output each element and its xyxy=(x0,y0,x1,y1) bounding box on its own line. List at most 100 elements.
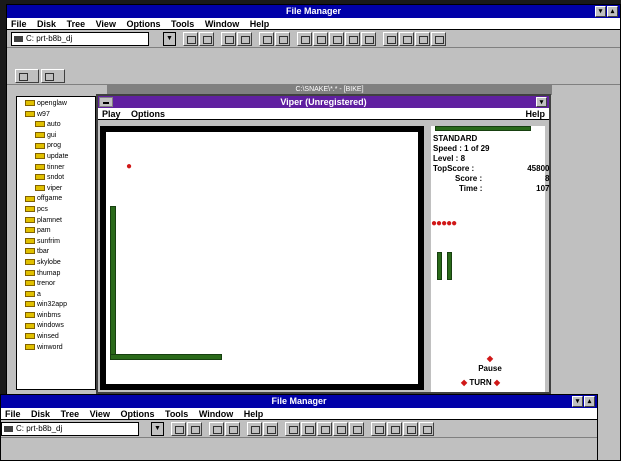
front-toolbar-button-11[interactable] xyxy=(349,422,364,436)
front-toolbar-button-2[interactable] xyxy=(187,422,202,436)
tree-item[interactable]: tbar xyxy=(19,247,95,258)
toolbar-button-11[interactable] xyxy=(361,32,376,46)
front-menu-file[interactable]: File xyxy=(5,409,21,419)
pause-indicator[interactable]: ◆ Pause xyxy=(475,354,505,374)
toolbar-button-5[interactable] xyxy=(259,32,274,46)
play-field[interactable]: ● xyxy=(100,126,424,390)
toolbar-button-12[interactable] xyxy=(383,32,398,46)
toolbar-button-8[interactable] xyxy=(313,32,328,46)
front-menu-view[interactable]: View xyxy=(90,409,110,419)
toolbar-button-14[interactable] xyxy=(415,32,430,46)
tree-item[interactable]: prog xyxy=(19,141,95,152)
toolbar-button-6[interactable] xyxy=(275,32,290,46)
viper-title-bar[interactable]: Viper (Unregistered) ▾ xyxy=(98,96,549,108)
tree-item[interactable]: winword xyxy=(19,343,95,354)
tree-item[interactable]: trenor xyxy=(19,279,95,290)
tree-item[interactable]: offgame xyxy=(19,194,95,205)
tree-item[interactable]: openglaw xyxy=(19,99,95,110)
turn-indicator[interactable]: ◆ TURN ◆ xyxy=(461,378,500,388)
tree-item[interactable]: w97 xyxy=(19,110,95,121)
maximize-icon[interactable]: ▴ xyxy=(607,6,618,17)
folder-icon xyxy=(25,195,35,202)
tree-item[interactable]: sndot xyxy=(19,173,95,184)
front-minimize-icon[interactable]: ▾ xyxy=(572,396,583,407)
toolbar-button-3[interactable] xyxy=(221,32,236,46)
mode-label: STANDARD xyxy=(433,134,478,143)
front-toolbar-button-6[interactable] xyxy=(263,422,278,436)
toolbar-button-13[interactable] xyxy=(399,32,414,46)
front-toolbar-button-15[interactable] xyxy=(419,422,434,436)
tree-item[interactable]: win32app xyxy=(19,300,95,311)
front-toolbar-button-5[interactable] xyxy=(247,422,262,436)
tree-item[interactable]: gui xyxy=(19,131,95,142)
front-toolbar-button-4[interactable] xyxy=(225,422,240,436)
front-drive-dropdown-icon[interactable]: ▼ xyxy=(151,422,164,436)
folder-icon xyxy=(25,290,35,297)
drive-selector[interactable]: C: prt-b8b_dj xyxy=(11,32,149,46)
viper-menu-help[interactable]: Help xyxy=(525,108,545,119)
minimize-icon[interactable]: ▾ xyxy=(595,6,606,17)
folder-icon xyxy=(25,280,35,287)
front-drive-selector[interactable]: C: prt-b8b_dj xyxy=(1,422,139,436)
menu-view[interactable]: View xyxy=(96,19,116,29)
menu-window[interactable]: Window xyxy=(205,19,239,29)
tree-item[interactable]: skylobe xyxy=(19,258,95,269)
title-bar[interactable]: File Manager ▾ ▴ xyxy=(7,5,620,18)
tree-item[interactable]: pam xyxy=(19,226,95,237)
front-toolbar-button-8[interactable] xyxy=(301,422,316,436)
front-menu-disk[interactable]: Disk xyxy=(31,409,50,419)
folder-icon xyxy=(35,121,45,128)
toolbar-button-9[interactable] xyxy=(329,32,344,46)
front-toolbar-button-13[interactable] xyxy=(387,422,402,436)
toolbar-button-2[interactable] xyxy=(199,32,214,46)
front-menu-options[interactable]: Options xyxy=(120,409,154,419)
drive-button-c[interactable] xyxy=(41,69,65,83)
front-toolbar-button-10[interactable] xyxy=(333,422,348,436)
front-toolbar-button-3[interactable] xyxy=(209,422,224,436)
snake-tail-icon-1 xyxy=(437,252,442,280)
tree-item[interactable]: winsed xyxy=(19,332,95,343)
front-toolbar-button-14[interactable] xyxy=(403,422,418,436)
front-menu-help[interactable]: Help xyxy=(244,409,264,419)
drive-dropdown-icon[interactable]: ▼ xyxy=(163,32,176,46)
viper-minimize-icon[interactable]: ▾ xyxy=(536,97,547,107)
viper-system-menu-icon[interactable] xyxy=(99,97,113,107)
stats-panel: STANDARD Speed : 1 of 29 Level : 8 TopSc… xyxy=(431,126,549,392)
toolbar-button-4[interactable] xyxy=(237,32,252,46)
front-maximize-icon[interactable]: ▴ xyxy=(584,396,595,407)
toolbar-button-10[interactable] xyxy=(345,32,360,46)
toolbar-button-15[interactable] xyxy=(431,32,446,46)
tree-item[interactable]: windows xyxy=(19,321,95,332)
toolbar-button-7[interactable] xyxy=(297,32,312,46)
tree-item-label: offgame xyxy=(37,195,63,203)
tree-item[interactable]: plamnet xyxy=(19,216,95,227)
menu-tree[interactable]: Tree xyxy=(67,19,86,29)
menu-file[interactable]: File xyxy=(11,19,27,29)
front-title-bar[interactable]: File Manager ▾ ▴ xyxy=(1,395,597,408)
tree-item[interactable]: viper xyxy=(19,184,95,195)
tree-item[interactable]: a xyxy=(19,290,95,301)
front-toolbar-button-9[interactable] xyxy=(317,422,332,436)
tree-item[interactable]: thumap xyxy=(19,269,95,280)
tree-item[interactable]: sunfrim xyxy=(19,237,95,248)
front-toolbar-button-7[interactable] xyxy=(285,422,300,436)
front-toolbar-button-12[interactable] xyxy=(371,422,386,436)
front-menu-tree[interactable]: Tree xyxy=(61,409,80,419)
file-manager-window-front: File Manager ▾ ▴ File Disk Tree View Opt… xyxy=(0,394,598,461)
front-menu-window[interactable]: Window xyxy=(199,409,233,419)
tree-item[interactable]: winbms xyxy=(19,311,95,322)
menu-disk[interactable]: Disk xyxy=(37,19,56,29)
front-menu-tools[interactable]: Tools xyxy=(165,409,188,419)
tree-item[interactable]: tinner xyxy=(19,163,95,174)
tree-item[interactable]: auto xyxy=(19,120,95,131)
viper-menu-options[interactable]: Options xyxy=(131,109,165,119)
tree-item[interactable]: pcs xyxy=(19,205,95,216)
tree-item[interactable]: update xyxy=(19,152,95,163)
toolbar-button-1[interactable] xyxy=(183,32,198,46)
menu-help[interactable]: Help xyxy=(250,19,270,29)
menu-tools[interactable]: Tools xyxy=(171,19,194,29)
menu-options[interactable]: Options xyxy=(126,19,160,29)
viper-menu-play[interactable]: Play xyxy=(102,109,121,119)
front-toolbar-button-1[interactable] xyxy=(171,422,186,436)
drive-button-a[interactable] xyxy=(15,69,39,83)
